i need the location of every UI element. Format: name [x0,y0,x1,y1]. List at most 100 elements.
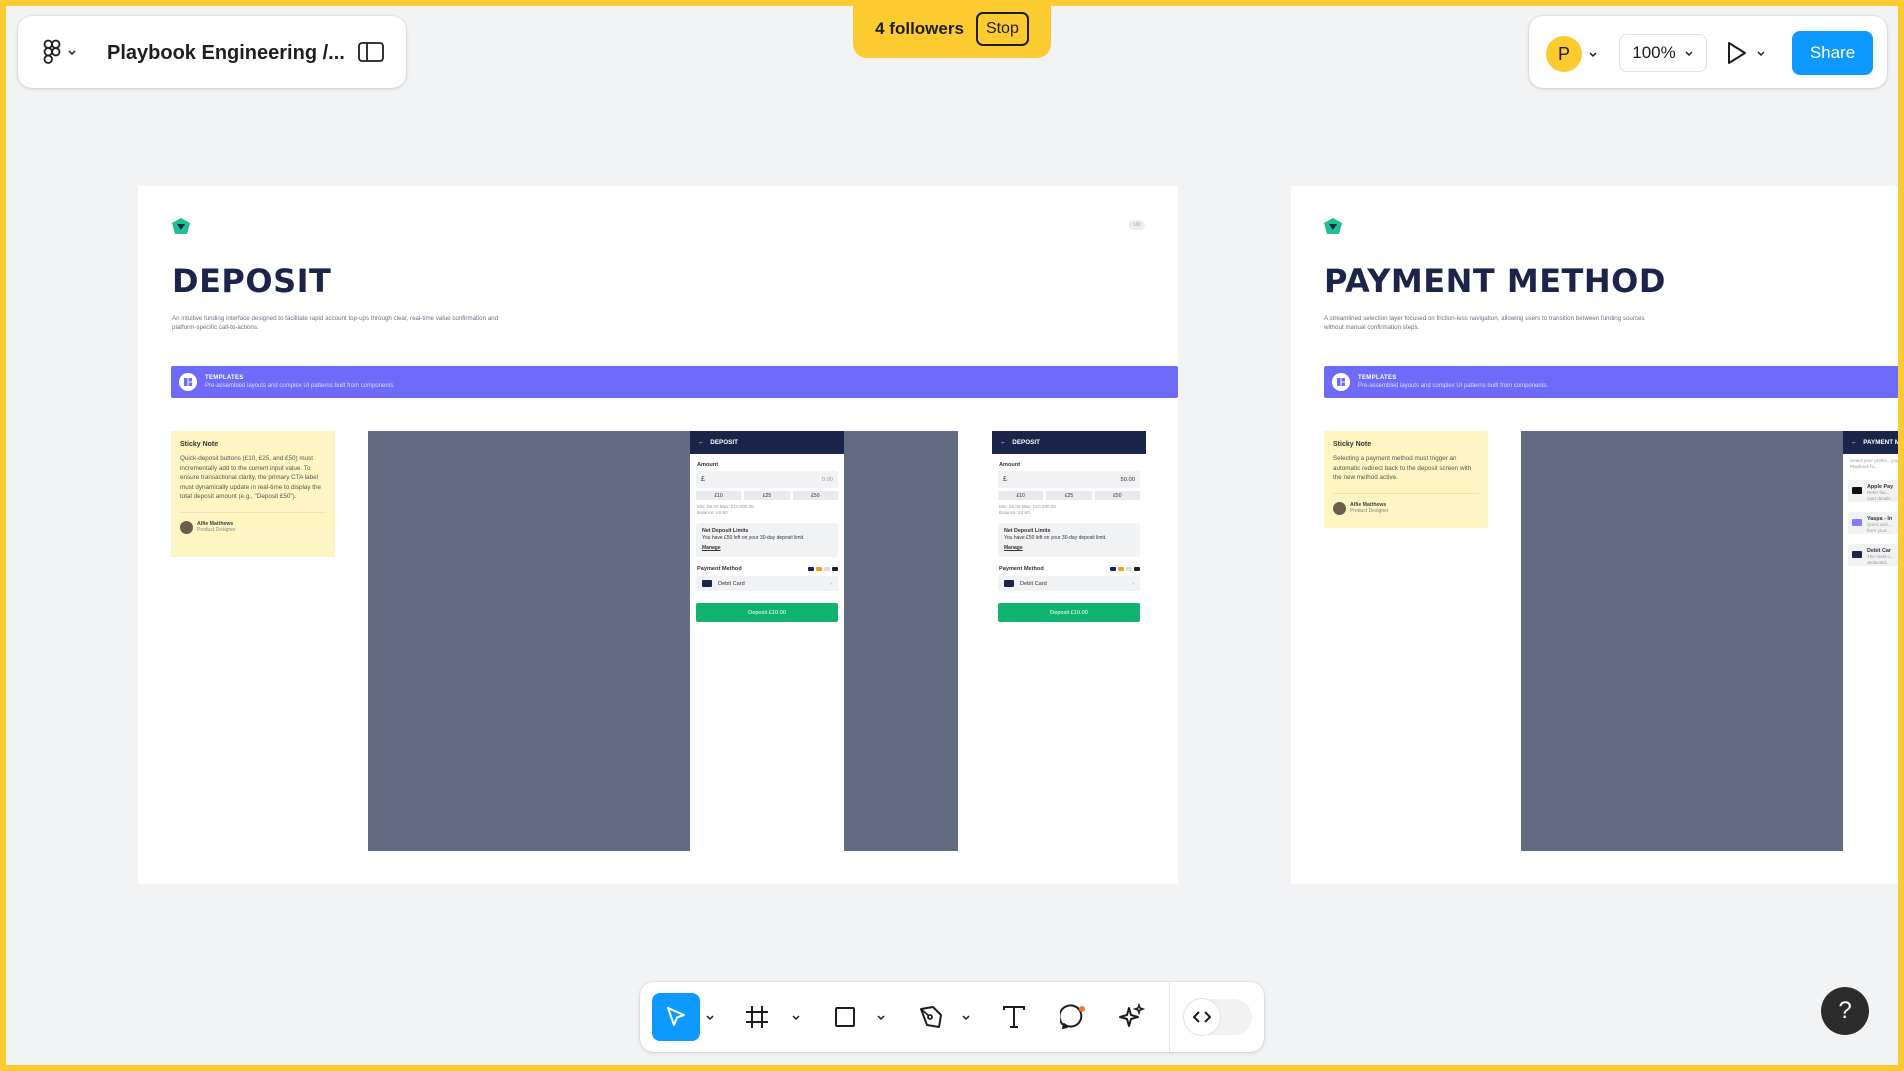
amount-input: £50.00 [998,471,1140,488]
screen-header: ← DEPOSIT [690,431,844,454]
author-role: Product Designer [1350,508,1389,515]
limits-title: Net Deposit Limits [1004,528,1051,534]
balance-text: Balance: £0.50 [999,510,1030,515]
chevron-down-icon [1757,51,1765,57]
amount-value: 0.00 [821,476,833,483]
deposit-limits-card: Net Deposit Limits You have £50 left on y… [998,523,1140,557]
sticky-heading: Sticky Note [1333,441,1372,448]
chevron-down-icon [68,50,76,56]
deposit-screen-empty[interactable]: ← DEPOSIT Amount £0.00 £10 £25 £50 Min: £5.… [690,431,844,851]
file-menu-panel: Playbook Engineering /... [18,16,406,88]
amount-input: £0.00 [696,471,838,488]
chevron-down-icon [1589,52,1597,58]
shape-tool-options[interactable] [874,1010,888,1024]
payment-method-screen[interactable]: ← PAYMENT M Select your prefer... your Pl… [1843,431,1904,851]
card-logos-icon [808,567,838,571]
help-icon: ? [1838,997,1852,1024]
apple-pay-icon [1852,487,1862,494]
author-avatar [1333,501,1346,515]
dev-mode-toggle[interactable] [1184,999,1252,1035]
templates-icon [1332,373,1350,391]
stop-following-button[interactable]: Stop [975,12,1029,46]
pen-tool-button[interactable] [910,996,952,1038]
back-arrow-icon: ← [698,439,705,446]
author-role: Product Designer [197,527,236,534]
quick-amounts: £10 £25 £50 [696,491,838,500]
card-icon [1004,580,1014,587]
pen-tool-options[interactable] [959,1010,973,1024]
comment-tool-button[interactable] [1053,996,1095,1038]
avatar-button[interactable]: P [1546,36,1598,72]
board-description: An intuitive funding interface designed … [172,315,499,331]
move-tool-options[interactable] [703,1010,717,1024]
frame-icon [746,1006,768,1028]
brand-logo-icon [172,218,190,234]
templates-banner: TEMPLATES Pre-assembled layouts and comp… [1324,366,1904,398]
templates-banner: TEMPLATES Pre-assembled layouts and comp… [171,366,1178,398]
payment-method-header: Payment Method [697,566,838,572]
shape-tool-button[interactable] [824,996,866,1038]
screen-header: ← DEPOSIT [992,431,1146,454]
play-icon [1728,42,1746,64]
debit-card-row: Debit Card › [998,576,1140,591]
chevron-right-icon: › [830,580,832,587]
author-avatar [180,520,193,534]
card-logos-icon [1110,567,1140,571]
toggle-sidebar-button[interactable] [358,40,384,64]
zoom-level: 100% [1632,43,1676,62]
chevron-down-icon [877,1015,885,1021]
top-right-panel: P 100% Share [1529,16,1887,88]
card-label: Debit Card [1020,580,1047,587]
text-icon [1003,1006,1025,1028]
help-button[interactable]: ? [1821,987,1869,1035]
templates-subtitle: Pre-assembled layouts and complex UI pat… [205,383,396,389]
brand-logo-icon [1324,218,1342,234]
manage-link: Manage [1004,545,1023,551]
deposit-screen-filled[interactable]: ← DEPOSIT Amount £50.00 £10 £25 £50 Min: £5… [992,431,1146,631]
sticky-note[interactable]: Sticky Note Quick-deposit buttons (£10, … [171,431,335,557]
payment-option-row: Yaspa - In Quick and... from your... [1848,512,1899,534]
deposit-board[interactable]: UX DEPOSIT An intuitive funding interfac… [138,186,1178,884]
quick-amount-button: £25 [744,491,790,500]
screen-intro: Select your prefer... your Playbook fu..… [1850,458,1901,469]
file-title[interactable]: Playbook Engineering /... [107,42,345,65]
followers-banner: 4 followers Stop [853,0,1051,58]
screen-title: DEPOSIT [710,439,738,446]
frame-tool-button[interactable] [736,996,778,1038]
chevron-right-icon: › [1132,580,1134,587]
present-button[interactable] [1726,36,1766,70]
sticky-body: Quick-deposit buttons (£10, £25, and £50… [180,455,322,501]
comment-icon [1060,1004,1085,1029]
code-icon [1193,1011,1211,1023]
manage-link: Manage [702,545,721,551]
move-tool-button[interactable] [652,993,700,1041]
share-button[interactable]: Share [1792,31,1873,75]
sticky-note[interactable]: Sticky Note Selecting a payment method m… [1324,431,1488,528]
chevron-down-icon [1685,51,1693,57]
yaspa-icon [1852,519,1862,526]
main-menu-button[interactable] [40,38,80,66]
rectangle-icon [835,1007,855,1027]
amount-label: Amount [697,462,719,468]
text-tool-button[interactable] [993,996,1035,1038]
pen-icon [920,1006,942,1028]
payment-method-label: Payment Method [697,566,742,572]
screen-title: DEPOSIT [1012,439,1040,446]
frame-tool-options[interactable] [789,1010,803,1024]
payment-method-header: Payment Method [999,566,1140,572]
chevron-down-icon [962,1015,970,1021]
card-icon [1852,551,1862,558]
card-label: Debit Card [718,580,745,587]
dev-mode-knob [1184,999,1220,1035]
templates-icon [179,373,197,391]
payment-option-row: Debit Car The most u... deducted... [1848,544,1899,566]
deposit-cta-button: Deposit £10.00 [998,603,1140,622]
actions-tool-button[interactable] [1111,996,1153,1038]
back-arrow-icon: ← [1851,439,1858,446]
zoom-dropdown[interactable]: 100% [1619,34,1707,72]
templates-title: TEMPLATES [1358,375,1397,381]
bottom-toolbar [640,982,1264,1052]
option-subtitle: Quick and... from your... [1867,522,1892,533]
payment-method-board[interactable]: PAYMENT METHOD A streamlined selection l… [1291,186,1904,884]
quick-amount-button: £50 [792,491,838,500]
